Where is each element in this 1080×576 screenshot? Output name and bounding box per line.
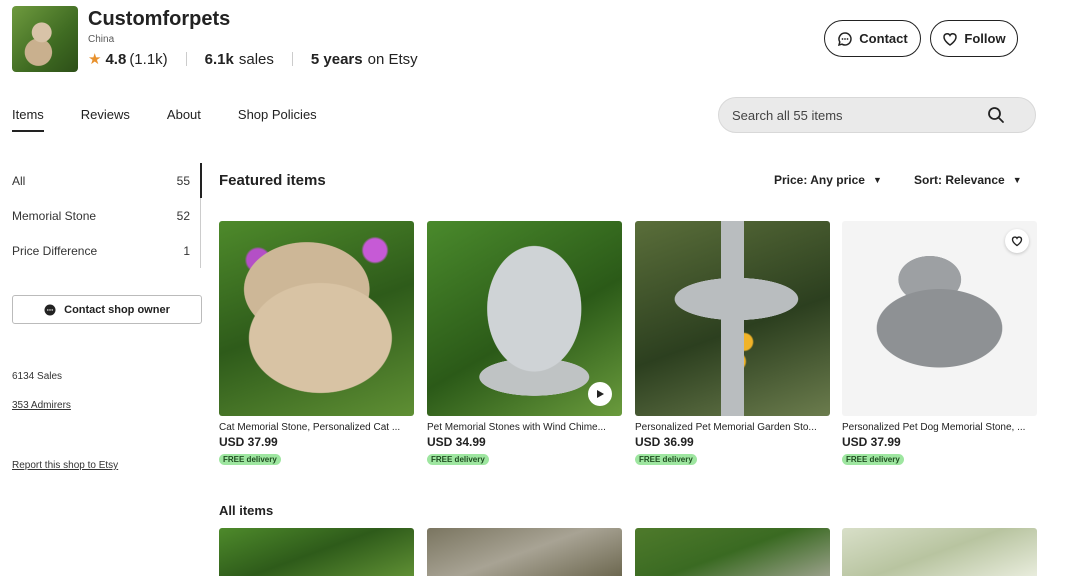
shop-stats: ★ 4.8 (1.1k) 6.1k sales 5 years on Etsy (88, 50, 418, 69)
follow-label: Follow (964, 31, 1006, 46)
follow-button[interactable]: Follow (930, 20, 1018, 57)
search-placeholder: Search all 55 items (732, 107, 843, 123)
divider (185, 52, 187, 66)
caret-down-icon: ▼ (872, 175, 882, 185)
caret-down-icon: ▼ (1012, 175, 1022, 185)
shop-avatar[interactable] (12, 6, 78, 72)
listing-price: USD 37.99 (219, 435, 278, 449)
shop-tabs: Items Reviews About Shop Policies (12, 107, 354, 132)
shop-location: China (88, 34, 115, 45)
sales-count: 6.1k (204, 50, 234, 68)
price-filter-dropdown[interactable]: Price: Any price ▼ (774, 173, 882, 187)
search-input[interactable]: Search all 55 items (718, 97, 1036, 133)
report-shop-link[interactable]: Report this shop to Etsy (12, 460, 118, 471)
listing-image[interactable] (635, 528, 830, 576)
heart-icon (943, 32, 958, 46)
shop-name[interactable]: Customforpets (88, 8, 230, 31)
listing-price: USD 37.99 (842, 435, 901, 449)
years-label: on Etsy (367, 50, 418, 68)
contact-button[interactable]: Contact (824, 20, 921, 57)
free-delivery-badge: FREE delivery (427, 454, 489, 465)
listing-title[interactable]: Cat Memorial Stone, Personalized Cat ... (219, 422, 414, 433)
listing-card[interactable]: Personalized Pet Memorial Garden Sto... … (635, 221, 830, 467)
contact-label: Contact (859, 31, 908, 46)
listing-card[interactable]: Cat Memorial Stone, Personalized Cat ...… (219, 221, 414, 467)
tab-about[interactable]: About (167, 107, 201, 132)
message-icon (838, 31, 853, 46)
sort-label: Sort: Relevance (914, 173, 1005, 187)
admirers-link[interactable]: 353 Admirers (12, 400, 71, 411)
contact-owner-label: Contact shop owner (64, 303, 170, 316)
heart-icon (1011, 236, 1023, 247)
play-video-button[interactable] (588, 382, 612, 406)
listing-image[interactable] (219, 221, 414, 416)
star-icon: ★ (88, 51, 102, 68)
featured-title: Featured items (219, 172, 326, 189)
years-count: 5 years (310, 50, 363, 68)
sort-dropdown[interactable]: Sort: Relevance ▼ (914, 173, 1022, 187)
listing-title[interactable]: Pet Memorial Stones with Wind Chime... (427, 422, 622, 433)
listing-image[interactable] (427, 221, 622, 416)
contact-shop-owner-button[interactable]: Contact shop owner (12, 295, 202, 324)
listing-card[interactable]: Personalized Pet Dog Memorial Stone, ...… (842, 221, 1037, 467)
sidebar-item-count: 1 (183, 243, 190, 258)
listing-image[interactable] (427, 528, 622, 576)
listing-image[interactable] (842, 528, 1037, 576)
rating-value[interactable]: 4.8 (105, 51, 126, 68)
free-delivery-badge: FREE delivery (635, 454, 697, 465)
tab-items[interactable]: Items (12, 107, 44, 132)
favorite-button[interactable] (1005, 229, 1029, 253)
rating-count[interactable]: (1.1k) (129, 51, 167, 68)
divider (291, 52, 293, 66)
all-items-title: All items (219, 503, 274, 518)
sidebar-sections: All 55 Memorial Stone 52 Price Differenc… (12, 163, 202, 268)
message-icon (44, 304, 56, 315)
tab-shop-policies[interactable]: Shop Policies (238, 107, 317, 132)
listing-title[interactable]: Personalized Pet Memorial Garden Sto... (635, 422, 830, 433)
free-delivery-badge: FREE delivery (842, 454, 904, 465)
listing-price: USD 34.99 (427, 435, 486, 449)
sales-label: sales (238, 50, 274, 68)
sidebar-item-all[interactable]: All 55 (12, 163, 202, 198)
play-icon (597, 390, 604, 398)
tab-reviews[interactable]: Reviews (81, 107, 130, 132)
listing-image[interactable] (635, 221, 830, 416)
sidebar-item-count: 52 (176, 208, 190, 223)
active-section-indicator (200, 163, 202, 198)
sidebar-item-price-difference[interactable]: Price Difference 1 (12, 233, 202, 268)
listing-title[interactable]: Personalized Pet Dog Memorial Stone, ... (842, 422, 1037, 433)
sidebar-item-memorial-stone[interactable]: Memorial Stone 52 (12, 198, 202, 233)
free-delivery-badge: FREE delivery (219, 454, 281, 465)
sidebar-divider (200, 198, 201, 268)
listing-image[interactable] (842, 221, 1037, 416)
listing-image[interactable] (219, 528, 414, 576)
price-filter-label: Price: Any price (774, 173, 865, 187)
total-sales: 6134 Sales (12, 371, 63, 382)
listing-price: USD 36.99 (635, 435, 694, 449)
sidebar-item-label: Price Difference (12, 243, 98, 258)
listing-card[interactable]: Pet Memorial Stones with Wind Chime... U… (427, 221, 622, 467)
sidebar-item-count: 55 (176, 173, 190, 188)
sidebar-item-label: All (12, 173, 26, 188)
sidebar-item-label: Memorial Stone (12, 208, 97, 223)
search-icon[interactable] (987, 106, 1005, 124)
